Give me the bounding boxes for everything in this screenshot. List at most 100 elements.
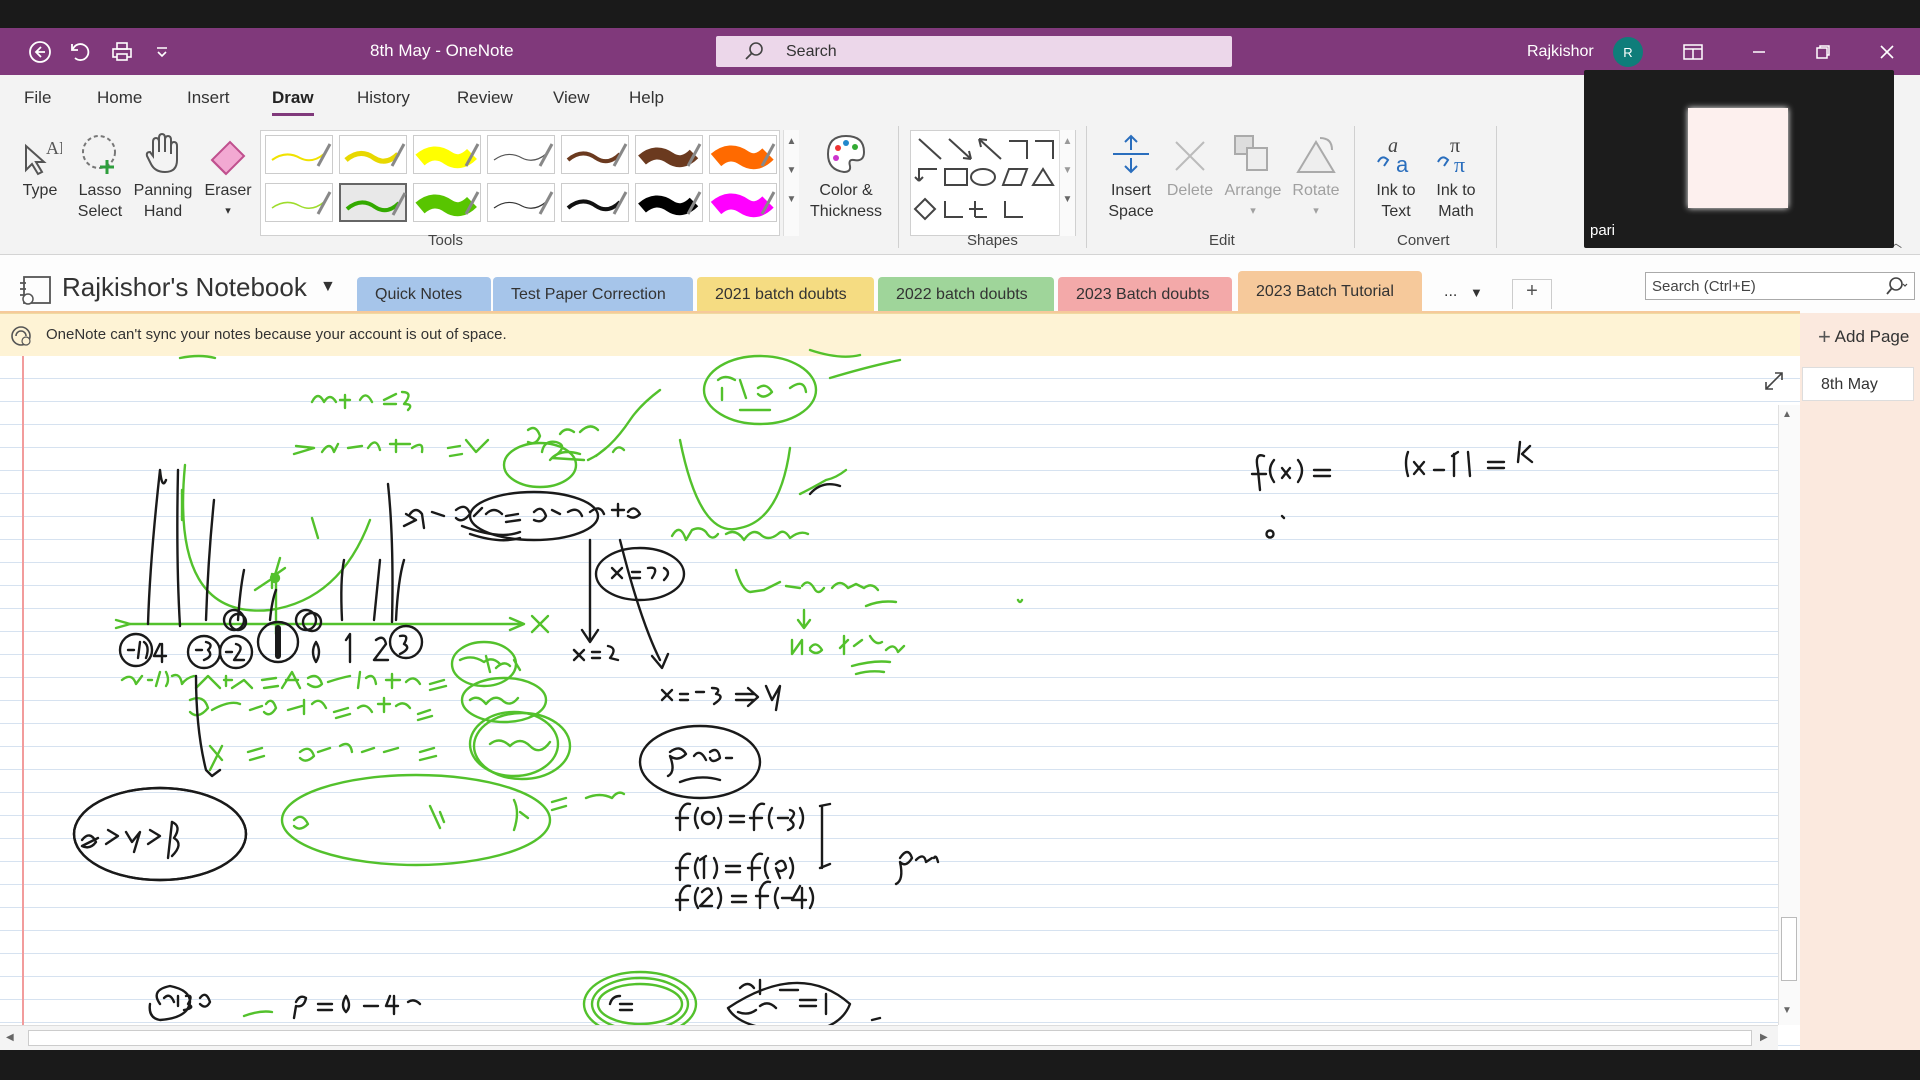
menu-insert[interactable]: Insert bbox=[187, 88, 230, 108]
plus-icon: + bbox=[1818, 324, 1831, 349]
pen-12[interactable] bbox=[561, 183, 629, 222]
search-input[interactable]: Search bbox=[716, 36, 1232, 67]
add-section-button[interactable]: + bbox=[1512, 279, 1552, 309]
expand-shapes-icon[interactable]: ▼ bbox=[1060, 194, 1075, 205]
rotate-button[interactable]: Rotate ▾ bbox=[1286, 128, 1346, 222]
chevron-down-icon[interactable]: ▼ bbox=[1060, 165, 1075, 176]
add-page-button[interactable]: + Add Page bbox=[1818, 322, 1909, 349]
lasso-select-button[interactable]: Lasso Select bbox=[70, 128, 130, 222]
tab-2023-batch-doubts[interactable]: 2023 Batch doubts bbox=[1058, 277, 1232, 313]
ink-to-math-icon: ππ bbox=[1426, 128, 1486, 176]
svg-text:AI: AI bbox=[46, 138, 62, 158]
notebook-search-input[interactable]: Search (Ctrl+E) bbox=[1645, 272, 1915, 300]
type-icon: AI bbox=[12, 128, 68, 176]
pen-14[interactable] bbox=[709, 183, 777, 222]
video-call-overlay[interactable]: pari bbox=[1584, 70, 1894, 248]
pen-1[interactable] bbox=[265, 135, 333, 174]
tab-2022-batch-doubts[interactable]: 2022 batch doubts bbox=[878, 277, 1054, 313]
pen-13[interactable] bbox=[635, 183, 703, 222]
more-tabs-button[interactable]: ... bbox=[1444, 283, 1457, 301]
panning-hand-button[interactable]: Panning Hand bbox=[130, 128, 196, 222]
pen-4[interactable] bbox=[487, 135, 555, 174]
chevron-down-icon[interactable]: ▼ bbox=[320, 278, 336, 296]
notebook-icon[interactable] bbox=[16, 273, 54, 312]
chevron-down-icon: ▾ bbox=[1250, 205, 1256, 217]
type-label: Type bbox=[22, 182, 58, 199]
menu-help[interactable]: Help bbox=[629, 88, 664, 108]
pen-gallery-scroll[interactable]: ▲ ▼ ▼ bbox=[783, 130, 799, 236]
scroll-down-icon[interactable]: ▼ bbox=[1782, 1005, 1792, 1016]
pen-9-selected[interactable] bbox=[339, 183, 407, 222]
customize-qat-icon[interactable] bbox=[146, 36, 178, 68]
svg-text:π: π bbox=[1454, 152, 1465, 176]
pen-5[interactable] bbox=[561, 135, 629, 174]
chevron-down-icon[interactable]: ▼ bbox=[1470, 285, 1483, 300]
undo-icon[interactable] bbox=[64, 36, 96, 68]
pen-11[interactable] bbox=[487, 183, 555, 222]
menu-home[interactable]: Home bbox=[97, 88, 142, 108]
rotate-label: Rotate bbox=[1292, 182, 1340, 199]
restore-icon[interactable] bbox=[1792, 28, 1854, 75]
pen-2[interactable] bbox=[339, 135, 407, 174]
tab-quick-notes[interactable]: Quick Notes bbox=[357, 277, 491, 313]
shapes-icon[interactable] bbox=[911, 131, 1059, 235]
scroll-up-icon[interactable]: ▲ bbox=[1782, 409, 1792, 420]
ink-to-text-icon: aa bbox=[1366, 128, 1426, 176]
ribbon-display-options-icon[interactable] bbox=[1662, 28, 1724, 75]
search-placeholder: Search bbox=[786, 43, 837, 60]
menu-review[interactable]: Review bbox=[457, 88, 513, 108]
expand-gallery-icon[interactable]: ▼ bbox=[784, 194, 799, 205]
scrollbar-thumb[interactable] bbox=[1781, 917, 1797, 981]
scroll-right-icon[interactable]: ▶ bbox=[1760, 1032, 1768, 1043]
vertical-scrollbar[interactable]: ▲ ▼ bbox=[1778, 405, 1800, 1025]
insert-space-button[interactable]: Insert Space bbox=[1096, 128, 1166, 222]
tab-2023-batch-tutorial[interactable]: 2023 Batch Tutorial bbox=[1238, 271, 1422, 313]
expand-icon[interactable] bbox=[1763, 370, 1785, 397]
avatar[interactable]: R bbox=[1613, 37, 1643, 67]
app-window: 8th May - OneNote Search Rajkishor R Fil… bbox=[0, 0, 1920, 1080]
tab-label: 2022 batch doubts bbox=[896, 286, 1028, 303]
chevron-up-icon[interactable]: ▲ bbox=[784, 136, 799, 147]
menu-file[interactable]: File bbox=[24, 88, 51, 108]
notebook-title[interactable]: Rajkishor's Notebook bbox=[62, 272, 307, 303]
ink-to-math-button[interactable]: ππ Ink to Math bbox=[1426, 128, 1486, 222]
hscroll-thumb[interactable] bbox=[28, 1030, 1752, 1046]
menu-view[interactable]: View bbox=[553, 88, 590, 108]
ink-to-text-button[interactable]: aa Ink to Text bbox=[1366, 128, 1426, 222]
tab-test-paper-correction[interactable]: Test Paper Correction bbox=[493, 277, 693, 313]
palette-icon bbox=[806, 128, 886, 176]
menu-draw[interactable]: Draw bbox=[272, 88, 314, 116]
page-item-8th-may[interactable]: 8th May bbox=[1802, 367, 1914, 401]
note-canvas[interactable] bbox=[0, 356, 1800, 1050]
ink-to-text-label: Ink to bbox=[1376, 182, 1416, 199]
eraser-button[interactable]: Eraser ▾ bbox=[198, 128, 258, 222]
scroll-left-icon[interactable]: ◀ bbox=[6, 1032, 14, 1043]
pen-8[interactable] bbox=[265, 183, 333, 222]
pen-6[interactable] bbox=[635, 135, 703, 174]
tab-label: Quick Notes bbox=[375, 286, 463, 303]
color-thickness-label: Color & bbox=[819, 182, 873, 199]
arrange-button[interactable]: Arrange ▾ bbox=[1218, 128, 1288, 222]
type-button[interactable]: AI Type bbox=[12, 128, 68, 201]
horizontal-scrollbar[interactable]: ◀ ▶ bbox=[0, 1025, 1778, 1050]
search-icon[interactable] bbox=[1884, 276, 1908, 300]
lasso-icon bbox=[70, 128, 130, 176]
edit-group-label: Edit bbox=[1209, 232, 1235, 249]
shapes-scroll[interactable]: ▲ ▼ ▼ bbox=[1059, 130, 1075, 236]
chevron-down-icon[interactable]: ▼ bbox=[784, 165, 799, 176]
color-thickness-button[interactable]: Color & Thickness bbox=[806, 128, 886, 222]
pen-3[interactable] bbox=[413, 135, 481, 174]
pen-10[interactable] bbox=[413, 183, 481, 222]
chevron-up-icon[interactable]: ▲ bbox=[1060, 136, 1075, 147]
pen-7[interactable] bbox=[709, 135, 777, 174]
tab-2021-batch-doubts[interactable]: 2021 batch doubts bbox=[697, 277, 874, 313]
back-icon[interactable] bbox=[24, 36, 56, 68]
print-icon[interactable] bbox=[106, 36, 138, 68]
menu-history[interactable]: History bbox=[357, 88, 410, 108]
user-name[interactable]: Rajkishor bbox=[1527, 43, 1594, 61]
delete-button[interactable]: Delete bbox=[1160, 128, 1220, 201]
search-icon bbox=[744, 41, 764, 66]
minimize-icon[interactable] bbox=[1728, 28, 1790, 75]
close-icon[interactable] bbox=[1856, 28, 1918, 75]
insert-space-label: Insert bbox=[1110, 182, 1151, 199]
